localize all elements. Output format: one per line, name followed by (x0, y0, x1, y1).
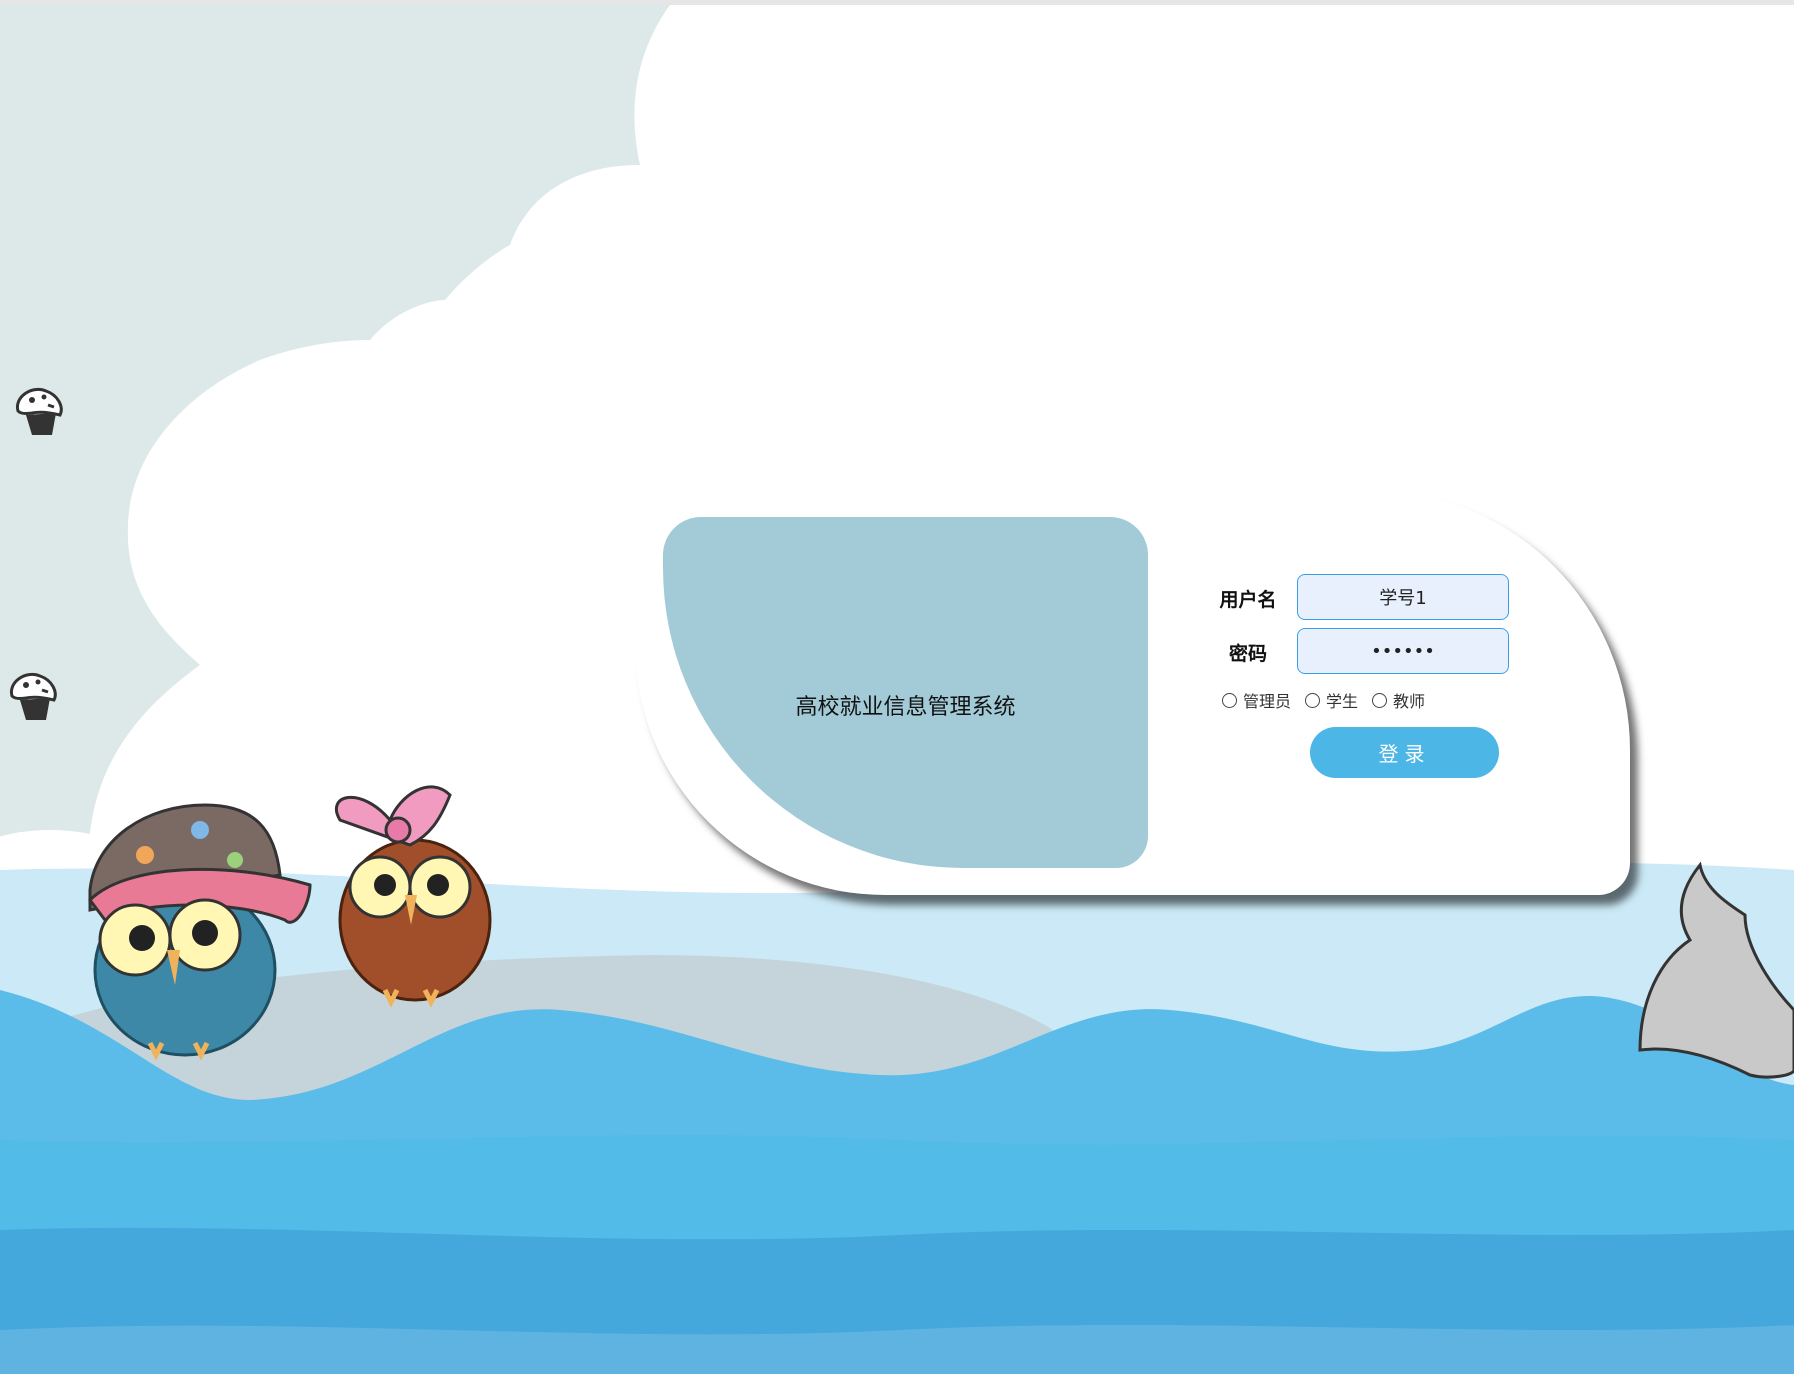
owl-with-cap-image (88, 803, 312, 1060)
password-label: 密码 (1228, 643, 1267, 665)
title-panel: 高校就业信息管理系统 (663, 517, 1148, 868)
username-label: 用户名 (1219, 589, 1277, 611)
owl-with-bow-image (334, 785, 492, 1008)
role-admin-radio[interactable] (1222, 692, 1237, 708)
role-admin-label: 管理员 (1243, 692, 1292, 711)
role-student-label: 学生 (1326, 692, 1359, 711)
role-student-radio[interactable] (1305, 692, 1321, 708)
role-radio-group: 管理员 学生 教师 (1222, 688, 1425, 712)
role-admin-option[interactable]: 管理员 (1222, 688, 1291, 712)
role-student-option[interactable]: 学生 (1305, 688, 1358, 712)
app-title: 高校就业信息管理系统 (795, 694, 1016, 720)
role-teacher-option[interactable]: 教师 (1372, 688, 1425, 712)
username-input[interactable] (1297, 574, 1509, 620)
login-button[interactable]: 登录 (1310, 727, 1499, 778)
password-input[interactable] (1297, 628, 1509, 674)
login-card: 高校就业信息管理系统 用户名 密码 管理员 学生 教师 登录 (635, 490, 1630, 895)
role-teacher-label: 教师 (1393, 692, 1426, 711)
cupcake-icon (9, 673, 57, 720)
cupcake-icon (15, 388, 63, 435)
role-teacher-radio[interactable] (1372, 692, 1388, 708)
